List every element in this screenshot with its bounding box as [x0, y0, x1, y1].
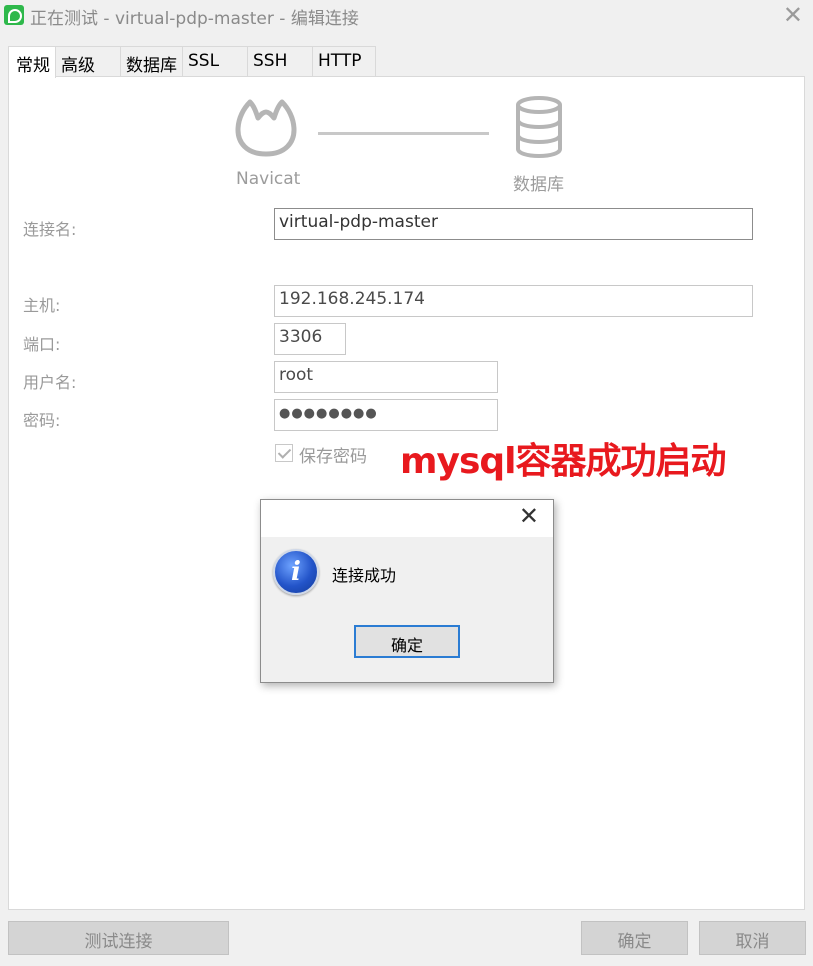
window-close-button[interactable]: ✕ — [783, 2, 803, 28]
dialog-message: 连接成功 — [332, 566, 397, 585]
test-connection-button[interactable]: 测试连接 — [8, 921, 229, 955]
password-input[interactable]: ●●●●●●●● — [274, 399, 498, 431]
annotation-text: mysql容器成功启动 — [400, 441, 727, 482]
port-label: 端口: — [23, 335, 61, 354]
username-label: 用户名: — [23, 373, 77, 392]
dialog-header: ✕ — [261, 500, 553, 537]
database-icon — [516, 96, 562, 158]
window-title: 正在测试 - virtual-pdp-master - 编辑连接 — [30, 9, 359, 29]
port-input[interactable]: 3306 — [274, 323, 346, 355]
message-dialog: ✕ i 连接成功 确定 — [260, 499, 554, 683]
username-input[interactable]: root — [274, 361, 498, 393]
host-label: 主机: — [23, 296, 61, 315]
host-input[interactable]: 192.168.245.174 — [274, 285, 753, 317]
tab-general[interactable]: 常规 — [8, 46, 56, 78]
info-icon-glyph: i — [291, 557, 301, 587]
navicat-label: Navicat — [236, 169, 301, 189]
connection-name-input[interactable]: virtual-pdp-master — [274, 208, 753, 240]
save-password-label: 保存密码 — [299, 447, 367, 467]
tab-bar: 常规 高级 数据库 SSL SSH HTTP — [8, 46, 376, 78]
dialog-close-button[interactable]: ✕ — [519, 502, 539, 530]
info-icon: i — [273, 549, 319, 595]
cancel-button[interactable]: 取消 — [699, 921, 806, 955]
save-password-checkbox[interactable] — [275, 444, 293, 462]
tab-ssh[interactable]: SSH — [247, 46, 313, 77]
navicat-app-icon — [4, 5, 24, 25]
dialog-ok-button[interactable]: 确定 — [354, 625, 460, 658]
tab-http[interactable]: HTTP — [312, 46, 376, 77]
ok-button[interactable]: 确定 — [581, 921, 688, 955]
tab-ssl[interactable]: SSL — [182, 46, 248, 77]
password-label: 密码: — [23, 411, 61, 430]
title-bar: 正在测试 - virtual-pdp-master - 编辑连接 ✕ — [0, 0, 813, 32]
tab-database[interactable]: 数据库 — [120, 46, 183, 77]
connection-line — [318, 132, 489, 135]
connection-name-label: 连接名: — [23, 220, 77, 239]
database-label: 数据库 — [513, 175, 564, 195]
general-tab-panel — [8, 76, 805, 910]
navicat-logo-icon — [235, 99, 297, 157]
tab-advanced[interactable]: 高级 — [55, 46, 121, 77]
